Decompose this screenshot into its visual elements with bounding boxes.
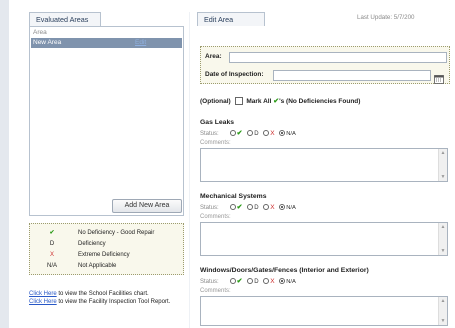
area-row-name: New Area [33,39,62,46]
deficiency-label: D [254,279,259,285]
checkmark-icon: ✔ [236,204,243,211]
school-facilities-chart-link[interactable]: Click Here [29,291,57,297]
status-radio-d[interactable] [247,130,254,137]
inspection-tool-report-link[interactable]: Click Here [29,299,57,305]
inspection-report-line: Click Here to view the Facility Inspecti… [29,298,219,306]
status-radio-x[interactable] [263,204,270,211]
extreme-label: X [270,204,275,211]
status-radio-d[interactable] [247,204,254,211]
legend-label: Deficiency [78,241,106,247]
deficiency-label: D [254,131,259,137]
last-update-text: Last Update: 5/7/200 [357,14,415,21]
comments-label: Comments: [200,288,231,294]
checkmark-icon: ✔ [236,130,243,137]
optional-label: (Optional) [200,98,231,105]
scroll-down-icon[interactable]: ▼ [440,248,446,254]
status-row: Status: ✔ D X N/A [200,129,296,138]
calendar-icon[interactable] [434,75,444,84]
status-row: Status: ✔ D X N/A [200,277,296,286]
status-radio-na[interactable] [279,278,286,285]
left-sidebar-strip [0,0,9,328]
comments-label: Comments: [200,140,231,146]
panel-divider [189,12,190,328]
status-label: Status: [200,131,219,137]
scroll-down-icon[interactable]: ▼ [440,174,446,180]
status-radio-x[interactable] [263,130,270,137]
status-radio-ok[interactable] [229,204,236,211]
status-radio-ok[interactable] [229,130,236,137]
legend-symbol: X [49,252,54,258]
tab-evaluated-areas[interactable]: Evaluated Areas [29,12,101,26]
legend-label: Extreme Deficiency [78,252,130,258]
mark-all-label-b: 's (No Deficiencies Found) [279,98,361,105]
legend-label: No Deficiency - Good Repair [78,230,155,236]
status-radio-ok[interactable] [229,278,236,285]
textarea-scrollbar[interactable]: ▲ ▼ [438,223,447,255]
link-description: to view the School Facilities chart. [56,291,149,297]
comments-textarea[interactable]: ▲ ▼ [200,222,448,256]
status-radio-x[interactable] [263,278,270,285]
textarea-scrollbar[interactable]: ▲ ▼ [438,149,447,181]
mark-all-label-a: Mark All [246,98,272,105]
edit-area-link[interactable]: Edit [135,38,146,48]
comments-textarea[interactable]: ▲ ▼ [200,296,448,326]
areas-list-box: Area New Area Edit Add New Area [29,26,184,216]
edit-area-panel: Edit Area Last Update: 5/7/200 Area: Dat… [195,12,455,328]
evaluated-areas-panel: Evaluated Areas Area New Area Edit Add N… [27,12,185,328]
tab-edit-area[interactable]: Edit Area [197,12,265,26]
status-label: Status: [200,205,219,211]
mark-all-checkbox[interactable] [234,97,243,106]
checkmark-icon: ✔ [49,230,55,236]
status-radio-na[interactable] [279,204,286,211]
deficiency-label: D [254,205,259,211]
comments-label: Comments: [200,214,231,220]
area-field-label: Area: [205,53,222,60]
na-label: N/A [286,131,296,137]
scroll-up-icon[interactable]: ▲ [440,298,446,304]
date-field-label: Date of Inspection: [205,71,264,78]
legend-symbol: D [49,241,55,247]
na-label: N/A [286,205,296,211]
scroll-up-icon[interactable]: ▲ [440,224,446,230]
area-name-input[interactable] [229,52,447,63]
section-title: Gas Leaks [200,119,235,126]
area-info-box: Area: Date of Inspection: [200,46,450,84]
scroll-down-icon[interactable]: ▼ [440,318,446,324]
section-title: Windows/Doors/Gates/Fences (Interior and… [200,267,369,274]
status-label: Status: [200,279,219,285]
legend-label: Not Applicable [78,263,117,269]
status-row: Status: ✔ D X N/A [200,203,296,212]
section-title: Mechanical Systems [200,193,267,200]
report-links: Click Here to view the School Facilities… [29,290,219,306]
edit-area-form: Area: Date of Inspection: (Optional) Mar… [197,26,451,328]
area-column-header: Area [33,29,47,36]
top-bar [9,0,455,12]
legend-row: N/A Not Applicable [30,261,183,271]
mark-all-row: (Optional) Mark All ✔'s (No Deficiencies… [200,97,361,106]
facilities-chart-line: Click Here to view the School Facilities… [29,290,219,298]
textarea-scrollbar[interactable]: ▲ ▼ [438,297,447,325]
legend-row: X Extreme Deficiency [30,250,183,260]
extreme-label: X [270,278,275,285]
legend-row: D Deficiency [30,239,183,249]
extreme-label: X [270,130,275,137]
add-new-area-button[interactable]: Add New Area [112,199,182,213]
legend-row: ✔ No Deficiency - Good Repair [30,228,183,238]
na-label: N/A [286,279,296,285]
status-legend: ✔ No Deficiency - Good Repair D Deficien… [29,223,184,275]
legend-symbol: N/A [46,263,57,269]
status-radio-d[interactable] [247,278,254,285]
comments-textarea[interactable]: ▲ ▼ [200,148,448,182]
inspection-date-input[interactable] [273,70,431,81]
area-row[interactable]: New Area Edit [31,38,182,48]
link-description: to view the Facility Inspection Tool Rep… [56,299,171,305]
checkmark-icon: ✔ [236,278,243,285]
status-radio-na[interactable] [279,130,286,137]
scroll-up-icon[interactable]: ▲ [440,150,446,156]
